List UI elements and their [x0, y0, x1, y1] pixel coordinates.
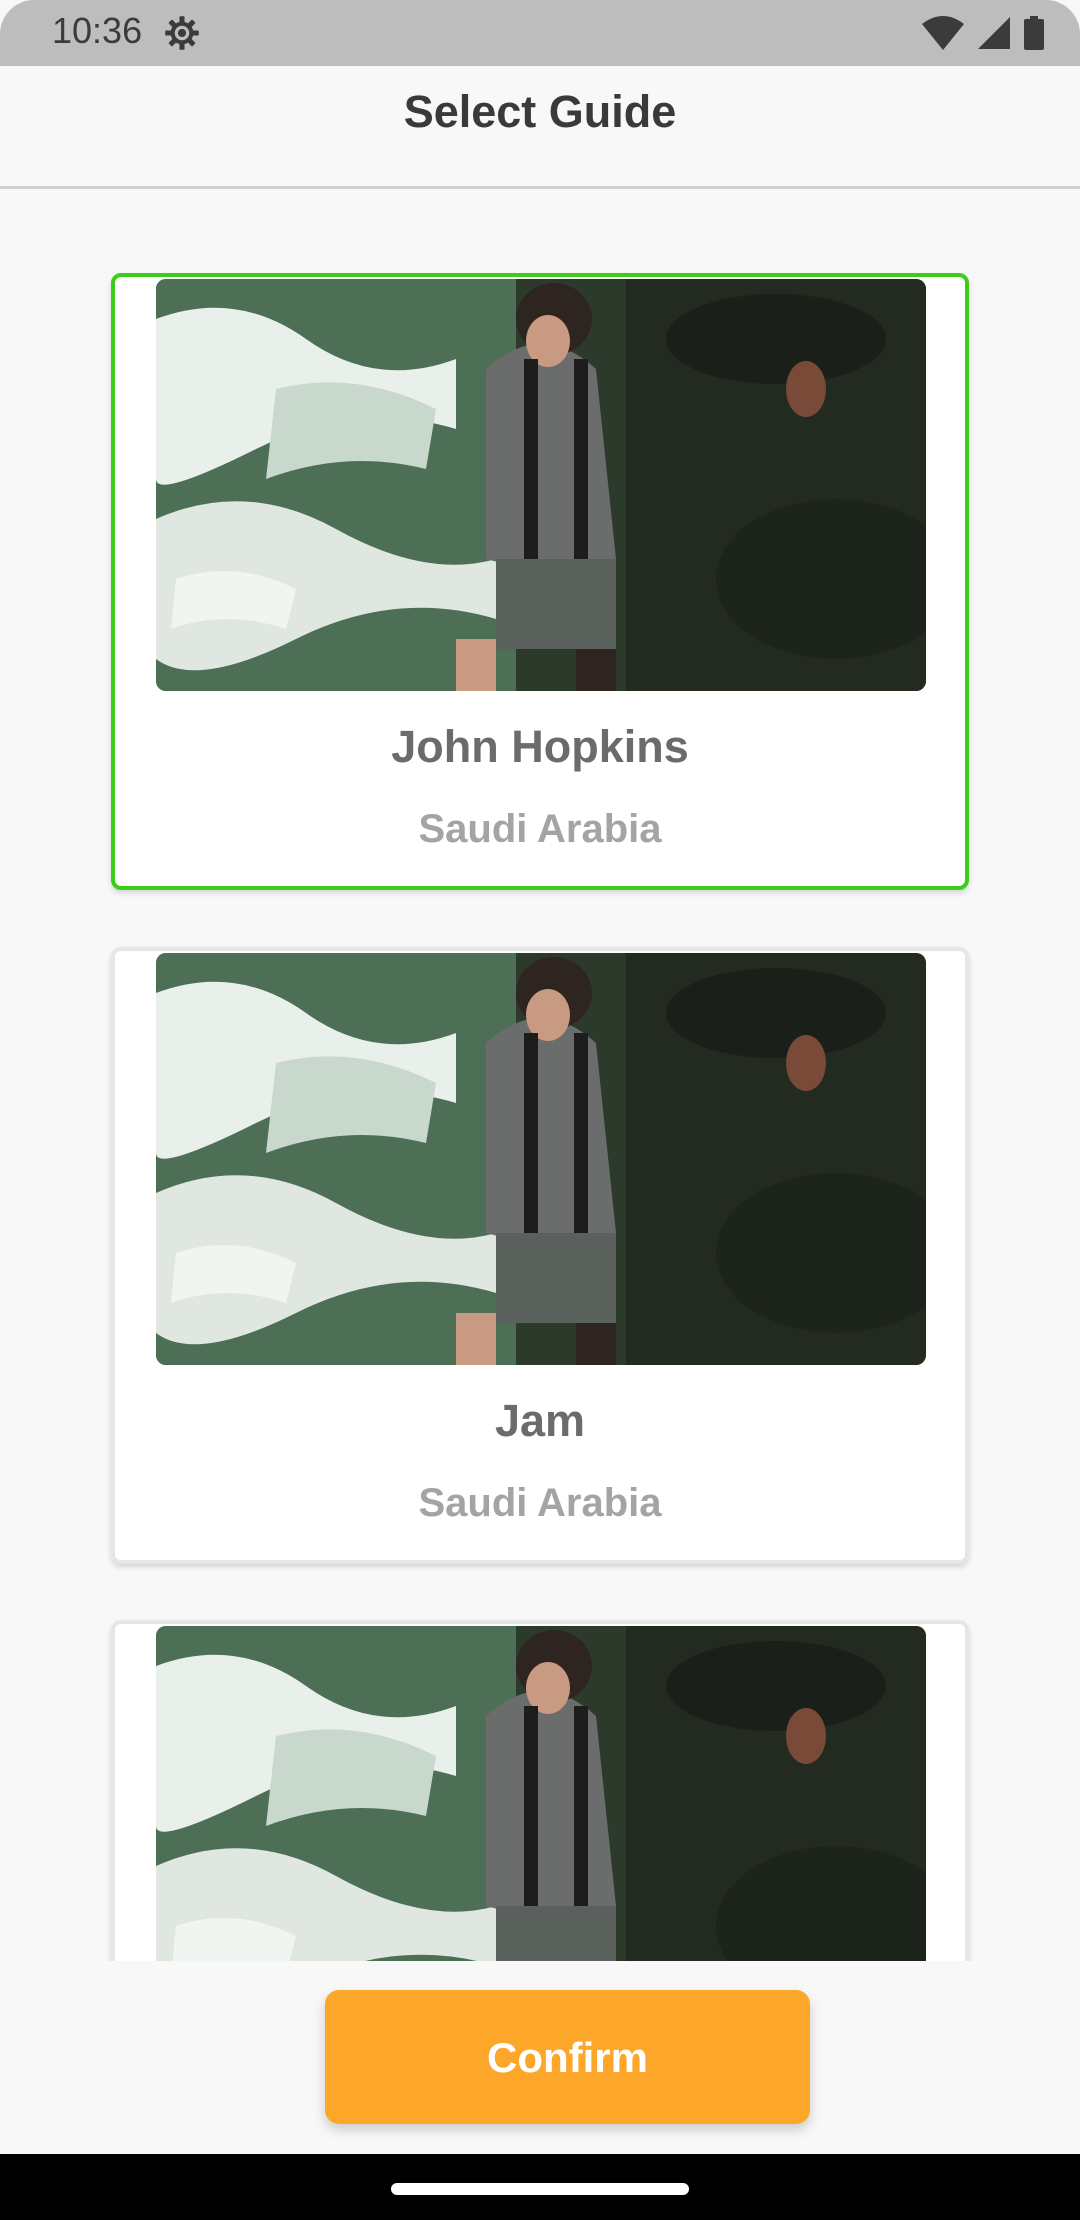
guide-country: Saudi Arabia — [418, 807, 662, 851]
guide-list[interactable]: John Hopkins Saudi Arabia Jam Saudi Arab… — [0, 189, 1080, 1961]
guide-card-john-hopkins[interactable]: John Hopkins Saudi Arabia — [111, 273, 969, 890]
status-time: 10:36 — [52, 10, 143, 51]
guide-name: John Hopkins — [391, 721, 689, 772]
guide-photo — [156, 953, 926, 1365]
home-gesture-handle[interactable] — [391, 2183, 689, 2195]
status-icons — [922, 16, 1044, 55]
system-nav-bar — [0, 2154, 1080, 2220]
confirm-button[interactable]: Confirm — [325, 1990, 810, 2124]
guide-card-jam[interactable]: Jam Saudi Arabia — [111, 947, 969, 1564]
guide-photo — [156, 279, 926, 691]
guide-selection-screen: 10:36 Select Guide John Hopkins Saudi Ar… — [0, 0, 1080, 2220]
status-bar: 10:36 — [0, 0, 1080, 66]
page-title: Select Guide — [403, 86, 677, 137]
guide-country: Saudi Arabia — [418, 1481, 662, 1525]
cellular-signal-icon — [978, 17, 1010, 54]
guide-photo — [156, 1626, 926, 1961]
settings-gear-icon — [163, 14, 201, 52]
wifi-icon — [922, 16, 964, 55]
bottom-action-area: Confirm — [0, 1961, 1080, 2154]
battery-icon — [1024, 16, 1044, 55]
guide-name: Jam — [494, 1395, 586, 1446]
guide-card-partial[interactable] — [111, 1620, 969, 1961]
app-header: Select Guide — [0, 66, 1080, 189]
